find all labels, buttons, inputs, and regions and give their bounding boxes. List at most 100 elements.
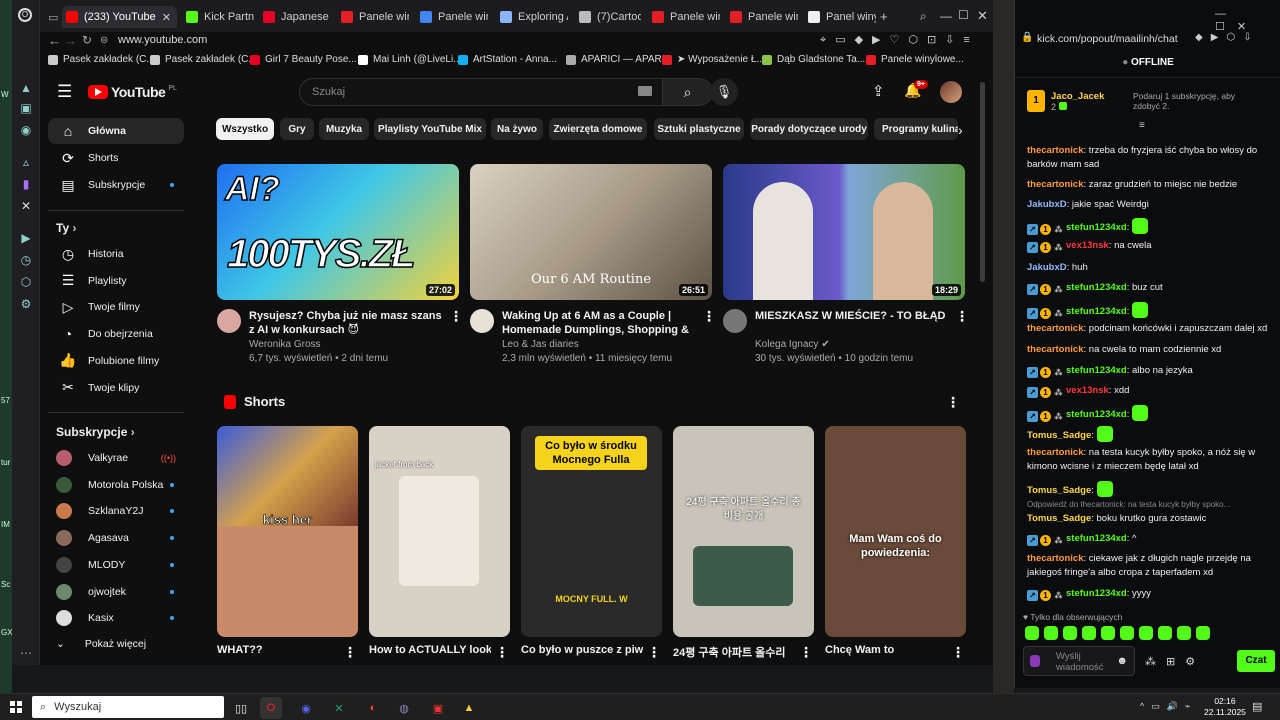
scrollbar[interactable] <box>980 82 985 282</box>
subscription-item[interactable]: Valkyrae ((•)) <box>48 446 184 470</box>
mic-icon[interactable] <box>1030 655 1040 667</box>
short-menu-icon[interactable]: ⋮ <box>799 644 813 661</box>
guide-item[interactable]: ▷ Twoje filmy <box>48 294 184 320</box>
account-avatar[interactable] <box>940 81 962 103</box>
guide-item[interactable]: ◷ Historia <box>48 241 184 267</box>
bookmark-item[interactable]: Pasek zakładek (C... <box>150 54 257 65</box>
taskbar-search-input[interactable]: ⌕ Wyszukaj <box>32 696 224 718</box>
short-menu-icon[interactable]: ⋮ <box>495 644 509 661</box>
chat-username[interactable]: stefun1234xd <box>1066 588 1127 599</box>
chat-username[interactable]: thecartonick <box>1027 447 1084 458</box>
short-thumbnail[interactable]: 24평 구축 아파트 올수리 총비용 공개 <box>673 426 814 637</box>
app-icon[interactable]: ▣ <box>427 697 449 719</box>
whatsapp-icon[interactable]: ◉ <box>18 122 34 138</box>
close-window-button[interactable]: ✕ <box>977 8 988 24</box>
chat-username[interactable]: stefun1234xd <box>1066 365 1127 376</box>
tab-list-icon[interactable]: ▭ <box>44 6 62 28</box>
filter-chip[interactable]: Sztuki plastyczne <box>654 118 744 140</box>
bookmark-item[interactable]: Panele winylowe... <box>866 54 964 65</box>
filter-chip[interactable]: Gry <box>280 118 314 140</box>
reload-icon[interactable]: ↻ <box>82 33 92 47</box>
player-icon[interactable]: ▶ <box>18 230 34 246</box>
shorts-menu-icon[interactable]: ⋮ <box>946 394 960 411</box>
extensions-sidebar-icon[interactable]: ⬡ <box>18 274 34 290</box>
channel-avatar[interactable] <box>470 309 494 333</box>
chat-address-actions[interactable]: ◆▶⬡⇩ <box>1195 32 1260 43</box>
subscription-item[interactable]: Motorola Polska <box>48 473 184 497</box>
app-icon[interactable]: ◍ <box>393 697 415 719</box>
site-info-icon[interactable]: ⊜ <box>100 35 108 46</box>
bookmark-item[interactable]: ➤ Wyposażenie Ł... <box>662 54 765 65</box>
short-thumbnail[interactable]: kiss her <box>217 426 358 637</box>
aria-icon[interactable]: ▲ <box>18 80 34 96</box>
chat-username[interactable]: stefun1234xd <box>1066 222 1127 233</box>
short-title[interactable]: 24평 구축 아파트 올수리 <box>673 644 795 660</box>
short-title[interactable]: Chcę Wam to <box>825 644 947 656</box>
workspaces-icon[interactable]: ▣ <box>18 100 34 116</box>
chat-send-button[interactable]: Czat <box>1237 650 1275 672</box>
opera-app-icon[interactable]: O <box>260 697 282 719</box>
chat-username[interactable]: vex13nsk <box>1066 240 1109 251</box>
subscription-item[interactable]: Agasava <box>48 526 184 550</box>
chat-username[interactable]: thecartonick <box>1027 145 1084 156</box>
channel-avatar[interactable] <box>723 309 747 333</box>
tab[interactable]: Kick Partne <box>182 6 254 28</box>
emote-icon[interactable] <box>1101 626 1115 640</box>
settings-sidebar-icon[interactable]: ⚙ <box>18 296 34 312</box>
chat-tools[interactable]: ⁂⊞⚙ <box>1145 655 1205 668</box>
emote-icon[interactable] <box>1120 626 1134 640</box>
filter-chip[interactable]: Playlisty YouTube Mix <box>374 118 486 140</box>
channel-avatar[interactable] <box>217 309 241 333</box>
filter-chip[interactable]: Zwierzęta domowe <box>549 118 647 140</box>
chat-username[interactable]: stefun1234xd <box>1066 533 1127 544</box>
chat-username[interactable]: stefun1234xd <box>1066 306 1127 317</box>
task-view-icon[interactable]: ▯▯ <box>230 697 252 719</box>
tab[interactable]: Panele winy <box>337 6 409 28</box>
excel-app-icon[interactable]: ✕ <box>328 697 350 719</box>
guide-item[interactable]: ◔ Do obejrzenia <box>48 321 184 347</box>
chat-username[interactable]: Tomus_Sadge <box>1027 485 1091 496</box>
search-tabs-icon[interactable]: ⌕ <box>920 9 927 24</box>
channel-name[interactable]: Leo & Jas diaries <box>502 339 579 350</box>
video-thumbnail[interactable]: Our 6 AM Routine 26:51 <box>470 164 712 300</box>
maximize-button[interactable]: ☐ <box>958 8 969 22</box>
short-menu-icon[interactable]: ⋮ <box>343 644 357 661</box>
guide-item[interactable]: ☰ Playlisty <box>48 268 184 294</box>
more-sidebar-icon[interactable]: ⋯ <box>18 645 34 661</box>
chat-username[interactable]: JakubxD <box>1027 262 1067 273</box>
video-menu-icon[interactable]: ⋮ <box>955 308 969 325</box>
close-tab-icon[interactable]: ✕ <box>162 11 171 24</box>
window-controls[interactable]: —☐✕ <box>1215 8 1280 33</box>
bookmark-item[interactable]: Mai Linh (@LiveLi... <box>358 54 462 65</box>
tab[interactable]: Japanese K <box>259 6 331 28</box>
search-button[interactable]: ⌕ <box>663 78 713 106</box>
bookmark-item[interactable]: Dąb Gladstone Ta... <box>762 54 865 65</box>
video-menu-icon[interactable]: ⋮ <box>702 308 716 325</box>
video-thumbnail[interactable]: AI? 100TYS.ZŁ 27:02 <box>217 164 459 300</box>
video-title[interactable]: Waking Up at 6 AM as a Couple | Homemade… <box>502 309 700 337</box>
guide-item[interactable]: ▤ Subskrypcje <box>48 172 184 198</box>
tab[interactable]: Panele winy <box>648 6 720 28</box>
chat-username[interactable]: vex13nsk <box>1066 385 1109 396</box>
url-field[interactable]: www.youtube.com <box>118 34 207 46</box>
filter-chip[interactable]: Programy kulinar <box>874 118 958 140</box>
clock[interactable]: 02:16 22.11.2025 <box>1204 696 1246 718</box>
chat-username[interactable]: stefun1234xd <box>1066 409 1127 420</box>
emote-icon[interactable] <box>1139 626 1153 640</box>
subscription-item[interactable]: ojwojtek <box>48 580 184 604</box>
emote-icon[interactable] <box>1063 626 1077 640</box>
chat-username[interactable]: stefun1234xd <box>1066 282 1127 293</box>
bookmark-item[interactable]: Girl 7 Beauty Pose... <box>250 54 357 65</box>
reply-context[interactable]: Odpowiedź do thecartonick: na testa kucy… <box>1027 498 1277 512</box>
subscription-item[interactable]: Kasix <box>48 606 184 630</box>
system-tray-icons[interactable]: ^▭🔊⌁ <box>1140 701 1197 712</box>
short-title[interactable]: Co było w puszce z piwa <box>521 644 643 656</box>
app-icon[interactable]: ◐ <box>362 697 384 719</box>
bookmark-item[interactable]: ArtStation - Anna... <box>458 54 557 65</box>
chat-username[interactable]: thecartonick <box>1027 553 1084 564</box>
emote-icon[interactable] <box>1082 626 1096 640</box>
emote-icon[interactable] <box>1196 626 1210 640</box>
chips-next-arrow[interactable]: › <box>958 122 963 138</box>
back-icon[interactable]: ← <box>48 33 61 48</box>
address-bar-actions[interactable]: ⌖▭◆▶♡⬡⊡⇩≡ <box>820 33 979 47</box>
